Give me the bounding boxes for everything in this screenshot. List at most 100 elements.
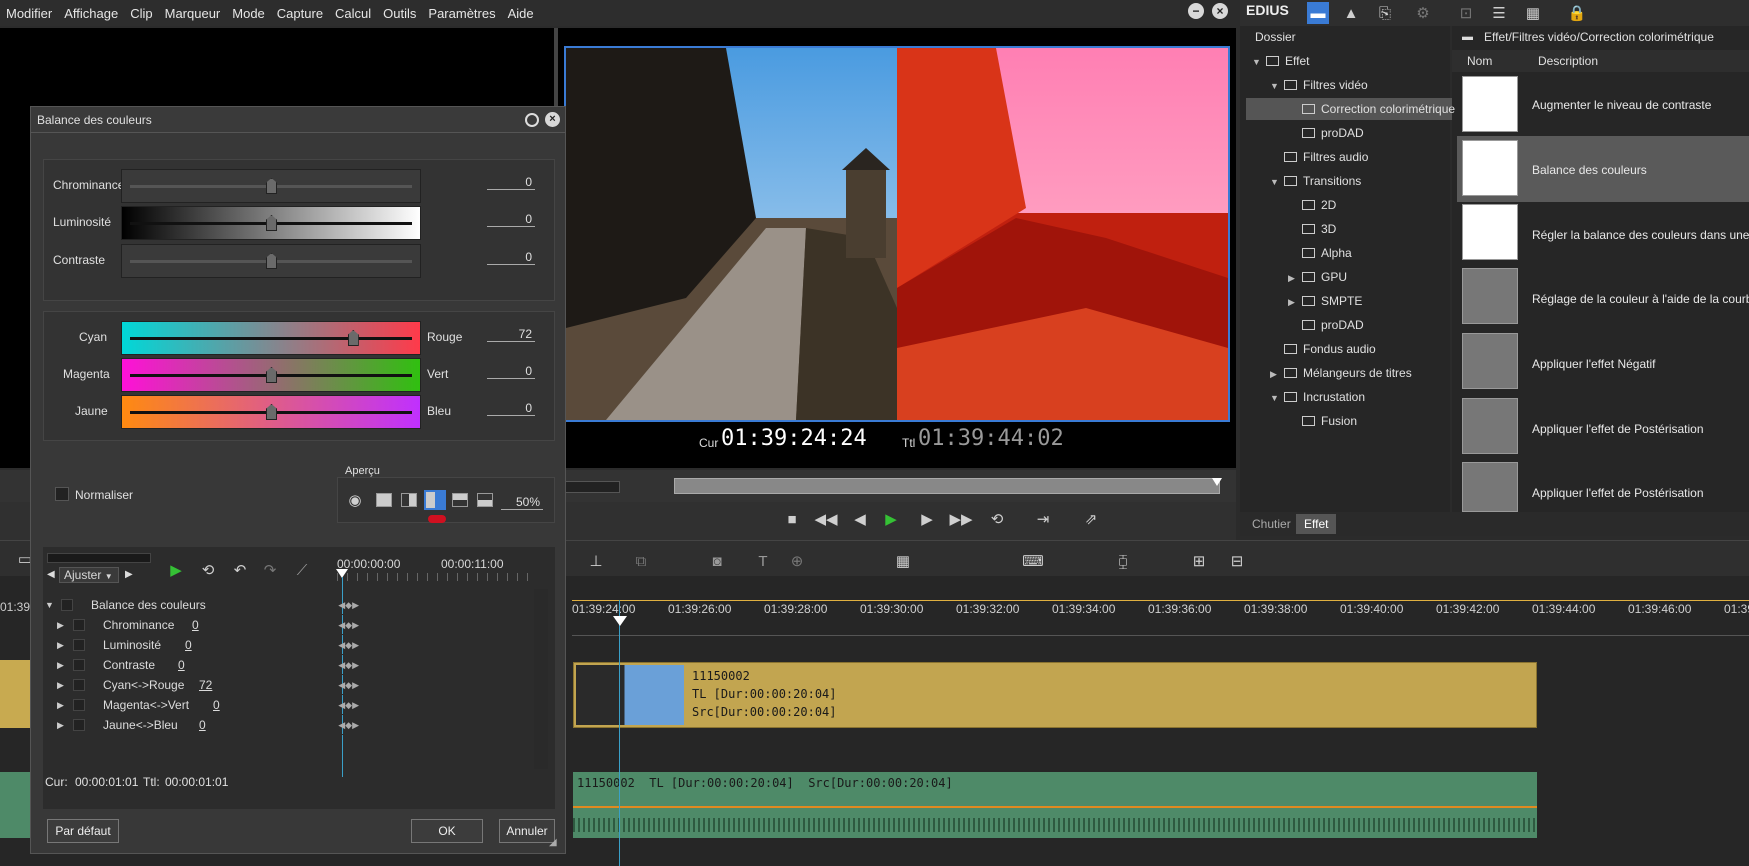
tree-item[interactable]: ▶ Mélangeurs de titres — [1270, 362, 1412, 384]
param-value[interactable]: 0 — [213, 695, 220, 715]
out-point-marker[interactable] — [1212, 478, 1222, 486]
step-forward-icon[interactable]: ▶ — [916, 508, 938, 530]
tree-item[interactable]: ▼ Transitions — [1270, 170, 1361, 192]
apercu-percent[interactable]: 50% — [501, 495, 543, 510]
resize-grip-icon[interactable]: ◢ — [549, 837, 557, 848]
keyframe-nav-icon[interactable]: ◀◆▶ — [338, 595, 359, 615]
dialog-close-button[interactable]: × — [545, 112, 560, 127]
close-window-button[interactable]: × — [1212, 3, 1228, 19]
preview-split-h2-icon[interactable] — [477, 493, 493, 507]
param-value[interactable]: 0 — [199, 715, 206, 735]
timeline-cursor[interactable] — [619, 600, 620, 866]
effect-item-label[interactable]: Régler la balance des couleurs dans une … — [1532, 228, 1749, 242]
tools-icon[interactable]: ⚙ — [1412, 2, 1434, 24]
expand-arrow-icon[interactable]: ▼ — [1270, 171, 1284, 193]
tree-item[interactable]: proDAD — [1288, 122, 1364, 144]
rewind-icon[interactable]: ◀◀ — [814, 508, 837, 530]
menu-mode[interactable]: Mode — [226, 6, 271, 21]
stop-icon[interactable]: ■ — [781, 508, 803, 530]
keyframe-zoom-slider[interactable] — [47, 553, 151, 563]
tree-item[interactable]: Fusion — [1288, 410, 1357, 432]
ajuster-next-icon[interactable]: ▶ — [125, 569, 133, 580]
contraste-slider[interactable] — [121, 244, 421, 278]
param-checkbox[interactable] — [73, 639, 85, 651]
audio-volume-line[interactable] — [573, 806, 1537, 808]
keyframe-nav-icon[interactable]: ◀◆▶ — [338, 695, 359, 715]
view-icon[interactable]: ▦ — [1522, 2, 1544, 24]
kf-loop-icon[interactable]: ⟲ — [197, 559, 219, 581]
timeline-ruler[interactable]: 01:39:24:00 01:39:26:00 01:39:28:00 01:39:3… — [572, 596, 1749, 632]
keyboard-icon[interactable]: ⌨ — [1022, 550, 1044, 572]
trim-tool-icon[interactable]: ⧉ — [630, 550, 652, 572]
keyframe-nav-icon[interactable]: ◀◆▶ — [338, 635, 359, 655]
preview-split-active-icon[interactable] — [424, 490, 446, 510]
tree-item[interactable]: ▼ Incrustation — [1270, 386, 1365, 408]
param-value[interactable]: 0 — [178, 655, 185, 675]
step-back-icon[interactable]: ◀ — [849, 508, 871, 530]
param-expand-icon[interactable]: ▶ — [57, 715, 64, 735]
fast-forward-icon[interactable]: ▶▶ — [949, 508, 972, 530]
keyframe-nav-icon[interactable]: ◀◆▶ — [338, 675, 359, 695]
title-icon[interactable]: T — [752, 550, 774, 572]
jaune-bleu-value[interactable]: 0 — [487, 401, 535, 416]
kf-vscroll[interactable] — [534, 589, 548, 769]
audio-rec-icon[interactable]: ⊕ — [786, 550, 808, 572]
tree-item[interactable]: Fondus audio — [1270, 338, 1376, 360]
list-icon[interactable]: ☰ — [1488, 2, 1510, 24]
expand-arrow-icon[interactable]: ▶ — [1288, 267, 1302, 289]
menu-aide[interactable]: Aide — [502, 6, 540, 21]
tab-chutier[interactable]: Chutier — [1246, 514, 1297, 534]
effect-item-label[interactable]: Réglage de la couleur à l'aide de la cou… — [1532, 292, 1749, 306]
param-value[interactable]: 72 — [199, 675, 212, 695]
tab-effet[interactable]: Effet — [1296, 514, 1337, 534]
effect-thumb-7[interactable] — [1462, 462, 1518, 512]
expand-arrow-icon[interactable]: ▼ — [1270, 75, 1284, 97]
bin-icon[interactable]: ⎘ — [1374, 2, 1396, 24]
loop-icon[interactable]: ⟲ — [986, 508, 1008, 530]
magenta-vert-value[interactable]: 0 — [487, 364, 535, 379]
param-expand-icon[interactable]: ▶ — [57, 695, 64, 715]
tree-item[interactable]: ▶ SMPTE — [1288, 290, 1362, 312]
param-row[interactable]: ▶ Luminosité 0 ◀◆▶ — [55, 635, 365, 655]
preview-split-v-icon[interactable] — [401, 493, 417, 507]
effect-item-label[interactable]: Appliquer l'effet de Postérisation — [1532, 486, 1704, 500]
param-checkbox[interactable] — [73, 619, 85, 631]
col-name[interactable]: Nom — [1467, 54, 1492, 68]
slider-knob[interactable] — [347, 330, 359, 346]
tree-item[interactable]: Filtres audio — [1270, 146, 1368, 168]
expand-arrow-icon[interactable]: ▶ — [1270, 363, 1284, 385]
menu-marqueur[interactable]: Marqueur — [159, 6, 227, 21]
effect-item-label[interactable]: Augmenter le niveau de contraste — [1532, 98, 1711, 112]
kf-ruler[interactable] — [337, 573, 533, 581]
kf-undo-icon[interactable]: ↶ — [229, 559, 251, 581]
eye-icon[interactable]: ◉ — [344, 489, 366, 511]
menu-clip[interactable]: Clip — [124, 6, 158, 21]
lock-icon[interactable]: 🔒 — [1566, 2, 1588, 24]
param-checkbox[interactable] — [73, 719, 85, 731]
param-checkbox[interactable] — [73, 679, 85, 691]
expand-arrow-icon[interactable]: ▶ — [1288, 291, 1302, 313]
effect-thumb-2[interactable] — [1462, 140, 1518, 196]
cancel-button[interactable]: Annuler — [499, 819, 555, 843]
record-scrubber[interactable] — [674, 478, 1220, 494]
param-row[interactable]: ▶ Cyan<->Rouge 72 ◀◆▶ — [55, 675, 365, 695]
param-expand-icon[interactable]: ▶ — [57, 615, 64, 635]
param-expand-icon[interactable]: ▶ — [57, 655, 64, 675]
param-row[interactable]: ▶ Jaune<->Bleu 0 ◀◆▶ — [55, 715, 365, 735]
param-row[interactable]: ▶ Chrominance 0 ◀◆▶ — [55, 615, 365, 635]
ajuster-prev-icon[interactable]: ◀ — [47, 569, 55, 580]
audio-clip[interactable]: 11150002 TL [Dur:00:00:20:04] Src[Dur:00… — [573, 772, 1537, 838]
param-row[interactable]: ▶ Magenta<->Vert 0 ◀◆▶ — [55, 695, 365, 715]
tree-item[interactable]: Alpha — [1288, 242, 1352, 264]
tree-item[interactable]: ▼ Filtres vidéo — [1270, 74, 1368, 96]
play-icon[interactable]: ▶ — [880, 508, 902, 530]
default-button[interactable]: Par défaut — [47, 819, 119, 843]
preview-full-icon[interactable] — [376, 493, 392, 507]
expand-arrow-icon[interactable]: ▼ — [1270, 387, 1284, 409]
snapshot-icon[interactable]: ⊞ — [1188, 550, 1210, 572]
param-row[interactable]: ▶ Contraste 0 ◀◆▶ — [55, 655, 365, 675]
tree-item[interactable]: ▶ GPU — [1288, 266, 1347, 288]
keyframe-nav-icon[interactable]: ◀◆▶ — [338, 715, 359, 735]
menu-capture[interactable]: Capture — [271, 6, 329, 21]
minimize-button[interactable]: − — [1188, 3, 1204, 19]
